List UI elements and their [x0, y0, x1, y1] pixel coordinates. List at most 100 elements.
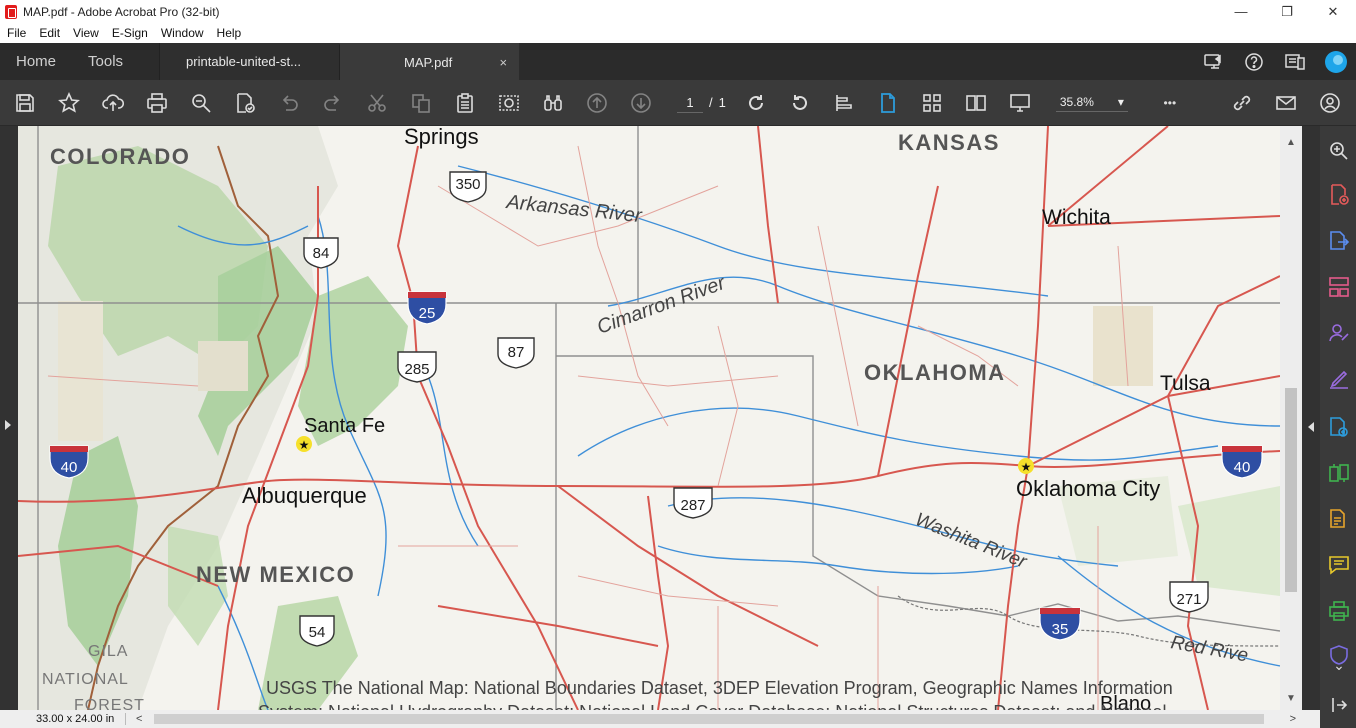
map-image: 350 84 25 87 285 40 287 54 40 271 35 ★ ★… [18, 126, 1280, 710]
notifications-icon[interactable] [1274, 43, 1315, 80]
create-pdf-icon[interactable] [1328, 184, 1350, 206]
map-credit-line2: System; National Hydrography Dataset; Na… [258, 702, 1166, 710]
us-route-shield: 54 [299, 615, 335, 647]
forest-label-line3: FOREST [74, 697, 145, 710]
rotate-clockwise-icon[interactable] [734, 80, 778, 126]
window-title: MAP.pdf - Adobe Acrobat Pro (32-bit) [23, 4, 220, 19]
next-page-icon[interactable] [619, 80, 663, 126]
redo-icon[interactable] [311, 80, 355, 126]
state-label-kansas: KANSAS [898, 130, 1000, 155]
route-35-label: 35 [1052, 621, 1069, 638]
city-label-oklahoma-city: Oklahoma City [1016, 476, 1160, 501]
snapshot-camera-icon[interactable] [487, 80, 531, 126]
copy-icon[interactable] [399, 80, 443, 126]
expand-left-panel-arrow-icon[interactable] [5, 420, 11, 430]
red-river-border [897, 595, 1280, 647]
us-route-shield: 271 [1169, 581, 1209, 613]
menu-esign[interactable]: E-Sign [106, 26, 154, 40]
edit-pdf-icon[interactable] [1328, 416, 1350, 438]
route-54-label: 54 [309, 624, 326, 641]
state-label-new-mexico: NEW MEXICO [196, 562, 355, 587]
page-size-readout: 33.00 x 24.00 in [0, 713, 126, 725]
tab-document-map[interactable]: MAP.pdf × [339, 43, 520, 80]
current-page-input[interactable]: 1 [677, 93, 703, 113]
document-view[interactable]: 350 84 25 87 285 40 287 54 40 271 35 ★ ★… [18, 126, 1280, 710]
scrollbar-thumb[interactable] [1285, 388, 1297, 592]
scroll-up-icon[interactable]: ▲ [1286, 138, 1296, 148]
menu-window[interactable]: Window [155, 26, 210, 40]
add-people-icon[interactable] [1308, 80, 1352, 126]
menu-view[interactable]: View [67, 26, 105, 40]
tab-tools[interactable]: Tools [72, 43, 139, 80]
zoom-search-icon[interactable] [179, 80, 223, 126]
map-credits: USGS The National Map: National Boundari… [258, 678, 1173, 710]
state-label-oklahoma: OKLAHOMA [864, 360, 1006, 385]
print-production-icon[interactable] [1328, 600, 1350, 622]
menu-help[interactable]: Help [211, 26, 248, 40]
acrobat-app-icon [5, 4, 17, 19]
upload-cloud-icon[interactable] [91, 80, 135, 126]
share-link-icon[interactable] [1220, 80, 1264, 126]
fit-width-icon[interactable] [822, 80, 866, 126]
collapse-right-panel-arrow-icon[interactable] [1308, 422, 1314, 432]
two-page-view-icon[interactable] [954, 80, 998, 126]
more-options-icon[interactable]: ••• [1148, 80, 1192, 126]
print-icon[interactable] [135, 80, 179, 126]
route-285-label: 285 [404, 361, 429, 378]
compare-files-icon[interactable] [1328, 462, 1350, 484]
find-binoculars-icon[interactable] [531, 80, 575, 126]
scroll-left-icon[interactable]: < [136, 713, 142, 725]
presentation-mode-icon[interactable] [998, 80, 1042, 126]
horizontal-scrollbar-thumb[interactable] [154, 714, 1264, 724]
zoom-level-dropdown[interactable]: 35.8% ▾ [1055, 93, 1128, 112]
vertical-scrollbar[interactable]: ▲ ▼ [1280, 126, 1302, 710]
fill-and-sign-icon[interactable] [1328, 368, 1350, 390]
email-icon[interactable] [1264, 80, 1308, 126]
collapse-tools-panel-icon[interactable] [1328, 694, 1350, 716]
help-icon[interactable] [1233, 43, 1274, 80]
tab-document-printable-label: printable-united-st... [186, 54, 301, 69]
single-page-view-icon[interactable] [866, 80, 910, 126]
save-icon[interactable] [3, 80, 47, 126]
zoom-value: 35.8% [1059, 95, 1094, 109]
minimize-button[interactable]: — [1218, 0, 1264, 23]
restore-button[interactable]: ❐ [1264, 0, 1310, 23]
close-tab-icon[interactable]: × [499, 55, 507, 70]
expand-tools-chevron-icon[interactable]: ⌄ [1328, 654, 1350, 676]
user-avatar-icon[interactable] [1315, 43, 1356, 80]
menu-file[interactable]: File [1, 26, 32, 40]
request-signature-icon[interactable] [1328, 322, 1350, 344]
bookmark-star-icon[interactable] [47, 80, 91, 126]
forest-label-line1: GILA [88, 643, 128, 660]
route-25-label: 25 [419, 305, 436, 322]
organize-pages-icon[interactable] [1328, 276, 1350, 298]
share-screen-icon[interactable] [1192, 43, 1233, 80]
scroll-right-icon[interactable]: > [1290, 713, 1296, 725]
forest-label-line2: NATIONAL [42, 671, 129, 688]
river-label-washita: Washita River [912, 509, 1030, 573]
verify-document-icon[interactable] [223, 80, 267, 126]
export-pdf-icon[interactable] [1328, 230, 1350, 252]
previous-page-icon[interactable] [575, 80, 619, 126]
route-271-label: 271 [1176, 591, 1201, 608]
city-label-albuquerque: Albuquerque [242, 483, 367, 508]
enhance-scan-icon[interactable] [1328, 508, 1350, 530]
menu-bar: File Edit View E-Sign Window Help [0, 23, 1356, 43]
chevron-down-icon: ▾ [1117, 95, 1124, 109]
paste-clipboard-icon[interactable] [443, 80, 487, 126]
rotate-counterclockwise-icon[interactable] [778, 80, 822, 126]
cut-scissors-icon[interactable] [355, 80, 399, 126]
right-panel-gutter [1302, 126, 1320, 710]
scroll-down-icon[interactable]: ▼ [1286, 694, 1296, 704]
zoom-tool-icon[interactable] [1328, 140, 1350, 162]
close-window-button[interactable]: ✕ [1310, 0, 1356, 23]
scrolling-mode-icon[interactable] [910, 80, 954, 126]
capital-star-icon: ★ [299, 438, 310, 452]
menu-edit[interactable]: Edit [33, 26, 66, 40]
comment-icon[interactable] [1328, 554, 1350, 576]
river-label-red: Red Rive [1169, 632, 1250, 666]
tab-home[interactable]: Home [0, 43, 72, 80]
undo-icon[interactable] [267, 80, 311, 126]
tab-document-printable[interactable]: printable-united-st... [159, 43, 340, 80]
tab-bar-right-tools [1192, 43, 1356, 80]
